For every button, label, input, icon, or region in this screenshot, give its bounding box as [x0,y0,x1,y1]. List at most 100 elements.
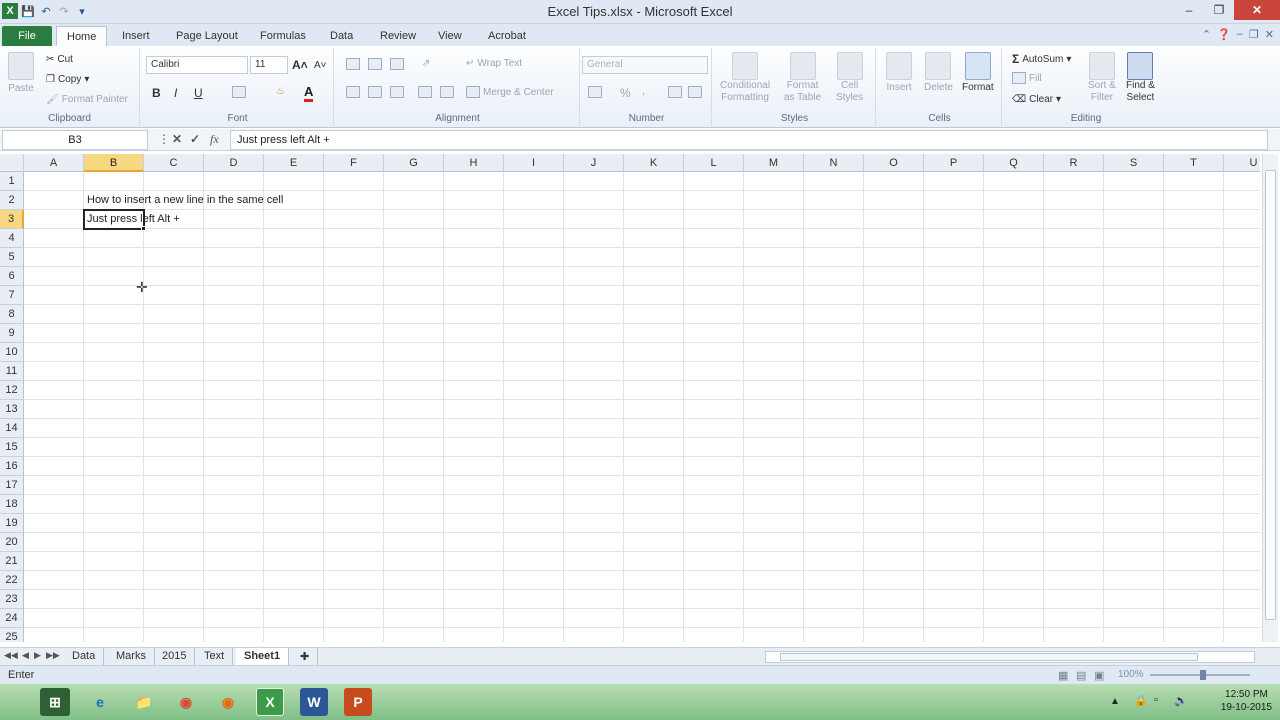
workbook-restore-icon[interactable]: ❐ [1249,28,1259,41]
merge-center-button[interactable]: Merge & Center [466,86,554,98]
tray-volume-icon[interactable]: 🔈 [1174,694,1188,707]
row-header[interactable]: 14 [0,419,24,438]
column-header[interactable]: R [1044,154,1104,172]
workbook-minimize-icon[interactable]: – [1237,28,1243,41]
insert-function-button[interactable]: fx [210,132,219,147]
column-header[interactable]: N [804,154,864,172]
column-header[interactable]: P [924,154,984,172]
tab-insert[interactable]: Insert [112,26,160,46]
row-header[interactable]: 21 [0,552,24,571]
delete-cells-button[interactable]: Delete [924,52,953,93]
column-header[interactable]: H [444,154,504,172]
column-header[interactable]: I [504,154,564,172]
firefox-icon[interactable]: ◉ [214,688,242,716]
accounting-format-button[interactable] [588,86,602,98]
restore-button[interactable]: ❐ [1204,0,1234,20]
system-clock[interactable]: 12:50 PM 19-10-2015 [1221,688,1272,714]
formula-input[interactable]: Just press left Alt + [230,130,1268,150]
grow-font-button[interactable]: A˄ [292,58,308,72]
row-header[interactable]: 15 [0,438,24,457]
sheet-tab[interactable]: 2015 [154,648,196,666]
minimize-ribbon-icon[interactable]: ⌃ [1202,28,1211,41]
align-right-button[interactable] [390,86,404,98]
word-taskbar-icon[interactable]: W [300,688,328,716]
tray-arrow-icon[interactable]: ▲ [1110,696,1120,707]
column-header[interactable]: C [144,154,204,172]
tab-file[interactable]: File [2,26,52,46]
view-page-layout-icon[interactable]: ▤ [1076,669,1086,682]
insert-sheet-icon[interactable]: ✚ [292,648,319,666]
shrink-font-button[interactable]: A˅ [314,60,327,71]
cancel-entry-icon[interactable]: ✕ [172,132,182,146]
tray-network-icon[interactable]: ▫ [1154,694,1158,706]
confirm-entry-icon[interactable]: ✓ [190,132,200,146]
tray-security-icon[interactable]: 🔒 [1134,694,1148,707]
format-as-table-button[interactable]: Format as Table [784,52,821,104]
row-header[interactable]: 2 [0,191,24,210]
row-header[interactable]: 24 [0,609,24,628]
increase-decimal-button[interactable] [668,86,682,98]
workbook-close-icon[interactable]: ✕ [1265,28,1274,41]
tab-view[interactable]: View [428,26,472,46]
font-name-combo[interactable]: Calibri [146,56,248,74]
powerpoint-taskbar-icon[interactable]: P [344,688,372,716]
font-color-button[interactable]: A [304,84,314,102]
row-header[interactable]: 25 [0,628,24,642]
row-header[interactable]: 17 [0,476,24,495]
orientation-button[interactable]: ⇗ [422,58,430,69]
increase-indent-button[interactable] [440,86,454,98]
column-header[interactable]: T [1164,154,1224,172]
cell-b2[interactable]: How to insert a new line in the same cel… [85,191,285,206]
align-center-button[interactable] [368,86,382,98]
sheet-tab[interactable]: Sheet1 [236,648,290,666]
row-header[interactable]: 9 [0,324,24,343]
decrease-decimal-button[interactable] [688,86,702,98]
row-header[interactable]: 1 [0,172,24,191]
internet-explorer-icon[interactable]: e [86,688,114,716]
format-cells-button[interactable]: Format [962,52,994,93]
start-button-icon[interactable]: ⊞ [40,688,70,716]
conditional-formatting-button[interactable]: Conditional Formatting [720,52,770,104]
font-size-combo[interactable]: 11 [250,56,288,74]
underline-button[interactable]: U [194,86,203,100]
view-page-break-icon[interactable]: ▣ [1094,669,1104,682]
comma-style-button[interactable]: , [642,86,645,97]
tab-review[interactable]: Review [370,26,426,46]
column-header[interactable]: M [744,154,804,172]
align-left-button[interactable] [346,86,360,98]
row-header[interactable]: 16 [0,457,24,476]
excel-taskbar-icon[interactable]: X [256,688,284,716]
column-header[interactable]: G [384,154,444,172]
sheet-tab[interactable]: Data [64,648,105,666]
column-header[interactable]: O [864,154,924,172]
borders-button[interactable] [232,86,246,98]
row-header[interactable]: 3 [0,210,24,229]
column-header[interactable]: J [564,154,624,172]
zoom-slider-knob[interactable] [1200,670,1206,680]
column-header[interactable]: D [204,154,264,172]
row-header[interactable]: 20 [0,533,24,552]
copy-button[interactable]: ❐ Copy ▾ [46,74,89,85]
fill-button[interactable]: Fill [1012,72,1042,84]
column-header[interactable]: U [1224,154,1260,172]
select-all-corner[interactable] [0,154,24,172]
wrap-text-button[interactable]: ↵ Wrap Text [466,58,522,69]
sheet-tab[interactable]: Text [196,648,234,666]
decrease-indent-button[interactable] [418,86,432,98]
column-header[interactable]: A [24,154,84,172]
file-explorer-icon[interactable]: 📁 [130,688,158,716]
sheet-tab[interactable]: Marks [108,648,155,666]
clear-button[interactable]: ⌫ Clear ▾ [1012,94,1061,105]
italic-button[interactable]: I [174,86,177,100]
fill-handle[interactable] [141,226,146,231]
view-normal-icon[interactable]: ▦ [1058,669,1068,682]
column-header[interactable]: E [264,154,324,172]
cut-button[interactable]: ✂ Cut [46,54,73,65]
autosum-button[interactable]: Σ AutoSum ▾ [1012,52,1071,66]
help-icon[interactable]: ❓ [1217,28,1231,41]
row-header[interactable]: 23 [0,590,24,609]
minimize-button[interactable]: – [1174,0,1204,20]
row-header[interactable]: 10 [0,343,24,362]
row-header[interactable]: 7 [0,286,24,305]
row-header[interactable]: 18 [0,495,24,514]
